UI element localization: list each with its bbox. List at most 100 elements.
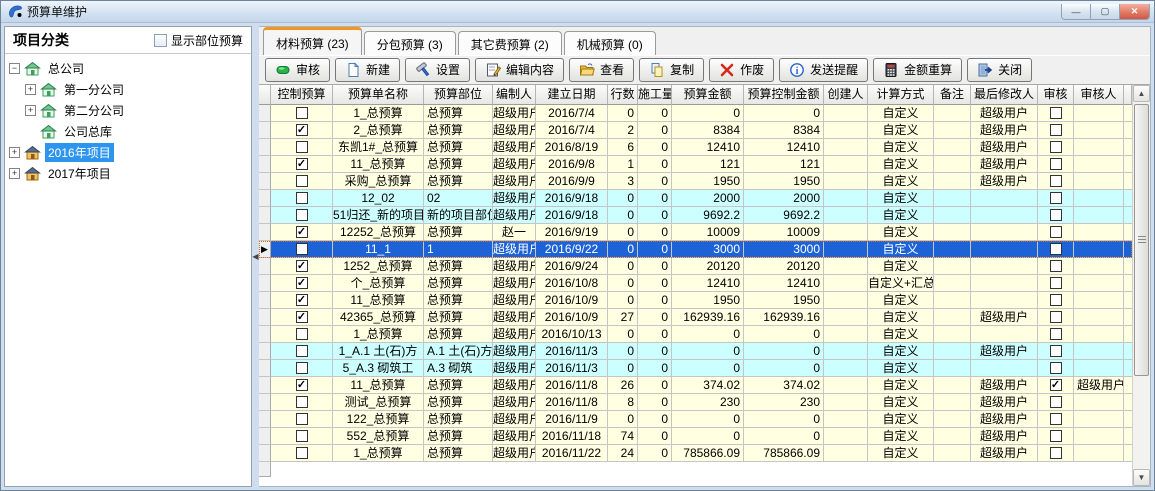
column-header-author[interactable]: 编制人 — [493, 85, 536, 105]
control-checkbox-icon[interactable] — [296, 107, 308, 119]
cell-control[interactable] — [271, 190, 333, 207]
cell-audited[interactable] — [1038, 445, 1074, 462]
control-checkbox-icon[interactable] — [296, 209, 308, 221]
close-view-button[interactable]: 关闭 — [967, 58, 1032, 82]
scroll-down-icon[interactable]: ▼ — [1133, 469, 1150, 486]
column-header-name[interactable]: 预算单名称 — [333, 85, 424, 105]
expander-plus-icon[interactable]: + — [25, 105, 36, 116]
new-button[interactable]: 新建 — [335, 58, 400, 82]
tree-item-label[interactable]: 公司总库 — [61, 122, 115, 141]
cell-control[interactable]: ✓ — [271, 275, 333, 292]
scroll-up-icon[interactable]: ▲ — [1133, 85, 1150, 102]
cell-control[interactable] — [271, 411, 333, 428]
audited-checkbox-icon[interactable] — [1050, 396, 1062, 408]
audited-checkbox-icon[interactable] — [1050, 260, 1062, 272]
cell-control[interactable] — [271, 360, 333, 377]
cell-control[interactable] — [271, 428, 333, 445]
control-checkbox-icon[interactable] — [296, 413, 308, 425]
table-row-16[interactable]: ✓11_总预算总预算超级用户2016/11/8260374.02374.02自定… — [259, 377, 1132, 394]
maximize-button[interactable]: ▢ — [1091, 4, 1120, 20]
close-button[interactable]: ✕ — [1120, 4, 1149, 20]
cell-audited[interactable] — [1038, 275, 1074, 292]
tree-item-label[interactable]: 第一分公司 — [61, 80, 127, 99]
audited-checkbox-icon[interactable] — [1050, 175, 1062, 187]
minimize-button[interactable]: — — [1062, 4, 1091, 20]
table-row-4[interactable]: 采购_总预算总预算超级用户2016/9/93019501950自定义超级用户 — [259, 173, 1132, 190]
audited-checkbox-icon[interactable] — [1050, 430, 1062, 442]
table-row-5[interactable]: 12_0202超级用户2016/9/180020002000自定义 — [259, 190, 1132, 207]
table-row-3[interactable]: ✓11_总预算总预算超级用户2016/9/810121121自定义超级用户 — [259, 156, 1132, 173]
scrollbar-track[interactable] — [1133, 102, 1150, 469]
expander-plus-icon[interactable]: + — [9, 168, 20, 179]
audited-checkbox-icon[interactable] — [1050, 192, 1062, 204]
expander-plus-icon[interactable]: + — [25, 84, 36, 95]
control-checkbox-icon[interactable] — [296, 345, 308, 357]
cell-audited[interactable] — [1038, 207, 1074, 224]
table-row-0[interactable]: 1_总预算总预算超级用户2016/7/40000自定义超级用户 — [259, 105, 1132, 122]
cell-control[interactable] — [271, 173, 333, 190]
cell-control[interactable] — [271, 105, 333, 122]
view-button[interactable]: 查看 — [569, 58, 634, 82]
column-header-qty[interactable]: 施工量 — [638, 85, 672, 105]
cell-control[interactable]: ✓ — [271, 122, 333, 139]
audited-checkbox-icon[interactable] — [1050, 294, 1062, 306]
audited-checkbox-icon[interactable] — [1050, 277, 1062, 289]
column-header-calc[interactable]: 计算方式 — [868, 85, 934, 105]
cell-control[interactable] — [271, 207, 333, 224]
control-checkbox-icon[interactable]: ✓ — [296, 294, 308, 306]
column-header-creator[interactable]: 创建人 — [824, 85, 868, 105]
cell-audited[interactable]: ✓ — [1038, 377, 1074, 394]
cell-audited[interactable] — [1038, 241, 1074, 258]
vertical-scrollbar[interactable]: ▲ ▼ — [1132, 85, 1150, 486]
control-checkbox-icon[interactable]: ✓ — [296, 260, 308, 272]
tree-item-label[interactable]: 第二分公司 — [61, 101, 127, 120]
table-row-18[interactable]: 122_总预算总预算超级用户2016/11/90000自定义超级用户 — [259, 411, 1132, 428]
cell-control[interactable]: ✓ — [271, 258, 333, 275]
table-row-14[interactable]: 1_A.1 土(石)方A.1 土(石)方超级用户2016/11/30000自定义… — [259, 343, 1132, 360]
cell-control[interactable]: ✓ — [271, 292, 333, 309]
cell-audited[interactable] — [1038, 343, 1074, 360]
tab-0[interactable]: 材料预算 (23) — [263, 27, 362, 55]
tree-item-5[interactable]: +2017年项目 — [7, 163, 249, 184]
audited-checkbox-icon[interactable] — [1050, 447, 1062, 459]
void-button[interactable]: 作废 — [709, 58, 774, 82]
copy-button[interactable]: 复制 — [639, 58, 704, 82]
control-checkbox-icon[interactable]: ✓ — [296, 277, 308, 289]
control-checkbox-icon[interactable] — [296, 396, 308, 408]
cell-control[interactable] — [271, 241, 333, 258]
expander-minus-icon[interactable]: − — [9, 63, 20, 74]
audited-checkbox-icon[interactable] — [1050, 362, 1062, 374]
tree-item-3[interactable]: 公司总库 — [7, 121, 249, 142]
audited-checkbox-icon[interactable] — [1050, 243, 1062, 255]
edit-content-button[interactable]: 编辑内容 — [475, 58, 564, 82]
control-checkbox-icon[interactable]: ✓ — [296, 226, 308, 238]
cell-audited[interactable] — [1038, 292, 1074, 309]
cell-audited[interactable] — [1038, 122, 1074, 139]
audited-checkbox-icon[interactable] — [1050, 124, 1062, 136]
audited-checkbox-icon[interactable] — [1050, 413, 1062, 425]
send-reminder-button[interactable]: i发送提醒 — [779, 58, 868, 82]
cell-control[interactable]: ✓ — [271, 309, 333, 326]
table-row-17[interactable]: 测试_总预算总预算超级用户2016/11/880230230自定义超级用户 — [259, 394, 1132, 411]
tab-1[interactable]: 分包预算 (3) — [364, 31, 456, 55]
audited-checkbox-icon[interactable] — [1050, 107, 1062, 119]
tab-2[interactable]: 其它费预算 (2) — [458, 31, 562, 55]
audit-button[interactable]: 审核 — [265, 58, 330, 82]
table-row-8[interactable]: ▶11_11超级用户2016/9/220030003000自定义 — [259, 241, 1132, 258]
audited-checkbox-icon[interactable] — [1050, 209, 1062, 221]
control-checkbox-icon[interactable] — [296, 243, 308, 255]
control-checkbox-icon[interactable] — [296, 447, 308, 459]
table-row-7[interactable]: ✓12252_总预算总预算赵一2016/9/19001000910009自定义 — [259, 224, 1132, 241]
cell-audited[interactable] — [1038, 411, 1074, 428]
audited-checkbox-icon[interactable] — [1050, 226, 1062, 238]
control-checkbox-icon[interactable] — [296, 362, 308, 374]
tree-item-label[interactable]: 总公司 — [45, 59, 87, 78]
column-header-control[interactable]: 控制预算 — [271, 85, 333, 105]
audited-checkbox-icon[interactable] — [1050, 158, 1062, 170]
tree-item-0[interactable]: − 总公司 — [7, 58, 249, 79]
cell-audited[interactable] — [1038, 190, 1074, 207]
cell-audited[interactable] — [1038, 309, 1074, 326]
panel-splitter[interactable]: ◀ — [252, 26, 259, 487]
cell-audited[interactable] — [1038, 258, 1074, 275]
cell-audited[interactable] — [1038, 173, 1074, 190]
